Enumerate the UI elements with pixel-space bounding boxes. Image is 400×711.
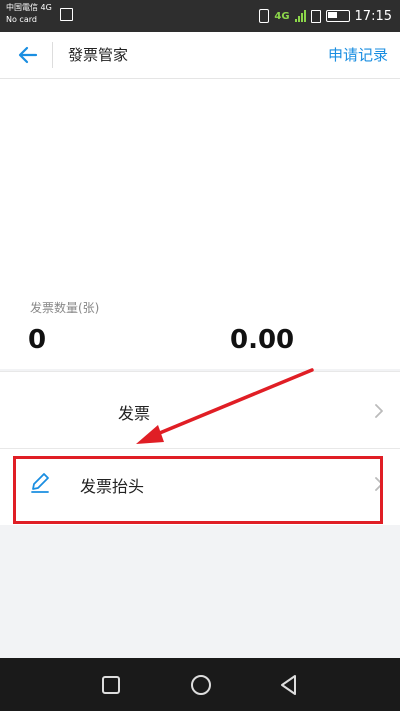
- battery-icon: [325, 10, 350, 22]
- carrier-name: 中国電信 4G: [6, 3, 52, 12]
- home-icon[interactable]: [188, 672, 214, 698]
- back-triangle-icon[interactable]: [276, 672, 302, 698]
- clock: 17:15: [354, 8, 392, 24]
- recent-apps-icon[interactable]: [98, 672, 124, 698]
- invoice-amount-value: 0.00: [230, 325, 295, 355]
- invoice-count-label: 发票数量(张): [30, 301, 100, 315]
- carrier-info: 中国電信 4G No card: [6, 2, 52, 26]
- system-nav-bar: [0, 658, 400, 711]
- sim-status: No card: [6, 15, 37, 24]
- chevron-right-icon: [375, 477, 383, 491]
- network-type: 4G: [274, 10, 290, 22]
- status-bar: 中国電信 4G No card 4G 17:15: [0, 0, 400, 32]
- app-header: 發票管家 申请记录: [0, 32, 400, 79]
- back-arrow-icon[interactable]: [16, 43, 40, 67]
- gallery-icon: [60, 8, 73, 21]
- status-icons: 4G 17:15: [259, 6, 392, 26]
- sim-icon: [310, 9, 321, 23]
- header-divider: [52, 42, 53, 68]
- invoice-count-value: 0: [28, 325, 47, 355]
- signal-icon: [294, 10, 306, 22]
- invoice-label: 发票: [118, 404, 151, 423]
- application-records-link[interactable]: 申请记录: [328, 44, 388, 65]
- invoice-list-item[interactable]: 发票: [0, 371, 400, 448]
- page-title: 發票管家: [68, 46, 129, 64]
- invoice-summary: 发票数量(张) 0 0.00: [0, 79, 400, 369]
- chevron-right-icon: [375, 404, 383, 418]
- invoice-header-list-item[interactable]: 发票抬头: [0, 448, 400, 525]
- vibrate-icon: [259, 9, 270, 23]
- edit-icon: [31, 473, 49, 493]
- invoice-header-label: 发票抬头: [80, 477, 145, 496]
